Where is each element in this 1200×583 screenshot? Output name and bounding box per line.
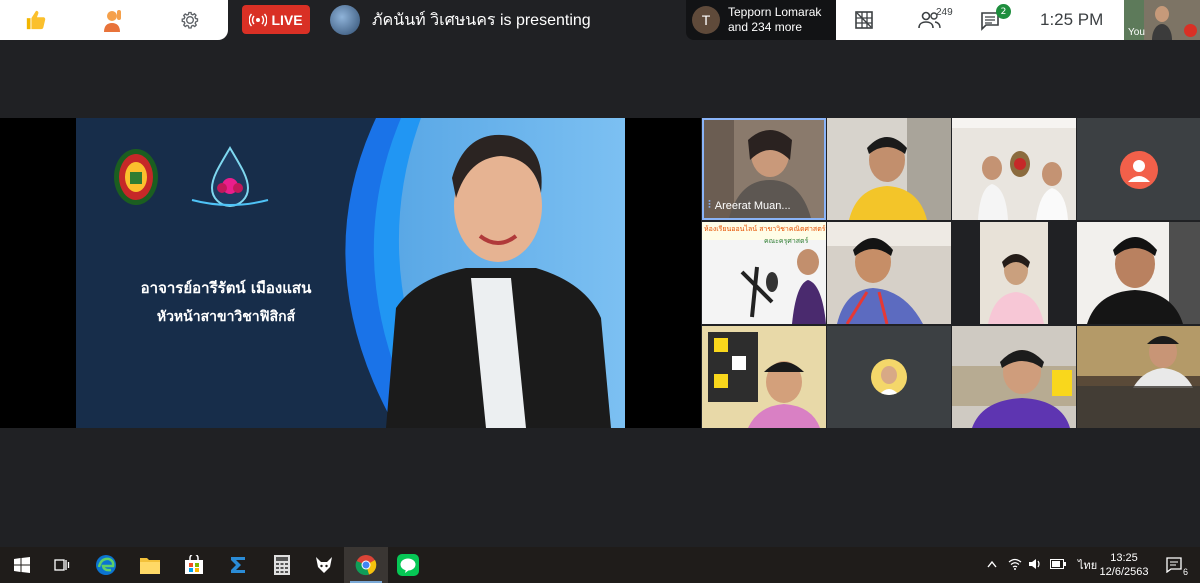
chat-badge: 2: [996, 4, 1011, 19]
participant-tile-speaker[interactable]: ⫶ Areerat Muan...: [702, 118, 826, 220]
fox-app-icon[interactable]: [302, 547, 346, 583]
participant-tile[interactable]: [827, 118, 951, 220]
participant-video: [952, 326, 1076, 428]
action-center-icon[interactable]: 6: [1160, 547, 1188, 583]
live-label: LIVE: [271, 11, 303, 28]
slide-title: อาจารย์อารีรัตน์ เมืองแสน: [140, 279, 312, 297]
broadcast-icon: [249, 13, 268, 26]
taskbar-clock[interactable]: 13:25 12/6/2563: [1099, 547, 1149, 583]
wifi-icon[interactable]: [1008, 558, 1022, 573]
notification-count: 6: [1182, 567, 1188, 577]
layout-grid-icon[interactable]: [852, 8, 876, 32]
task-view-icon[interactable]: [40, 547, 84, 583]
windows-start-icon[interactable]: [0, 547, 44, 583]
taskbar-time: 13:25: [1110, 552, 1138, 564]
participant-tile[interactable]: [952, 326, 1076, 428]
reactions-bar: [0, 0, 228, 40]
participant-video: [827, 222, 951, 324]
presenter-avatar: [330, 5, 360, 35]
participant-tile-no-video[interactable]: [1077, 118, 1200, 220]
speaking-indicator-icon: ⫶: [708, 199, 711, 211]
calculator-icon[interactable]: [260, 547, 304, 583]
participant-tile[interactable]: ห้องเรียนออนไลน์ สาขาวิชาคณิตศาสตร์ คณะค…: [702, 222, 826, 324]
file-explorer-icon[interactable]: [128, 547, 172, 583]
raise-hand-icon[interactable]: [98, 6, 126, 34]
participant-video: [827, 118, 951, 220]
self-label: You: [1128, 27, 1145, 38]
avatar-icon: [1120, 151, 1158, 189]
input-language[interactable]: ไทย: [1078, 556, 1097, 574]
classroom-banner: ห้องเรียนออนไลน์ สาขาวิชาคณิตศาสตร์: [704, 225, 826, 233]
edge-browser-icon[interactable]: [84, 547, 128, 583]
slide-subtitle: หัวหน้าสาขาวิชาฟิสิกส์: [156, 309, 296, 325]
system-tray: ไทย: [984, 547, 1097, 583]
live-badge[interactable]: LIVE: [242, 5, 310, 34]
presenter-banner: ภัคนันท์ วิเศษนคร is presenting: [330, 5, 591, 35]
participant-video: [980, 222, 1048, 324]
thumbs-up-icon[interactable]: [22, 6, 50, 34]
presentation-slide: อาจารย์อารีรัตน์ เมืองแสน หัวหน้าสาขาวิช…: [76, 118, 625, 428]
speaker-name-label: ⫶ Areerat Muan...: [708, 199, 791, 212]
participant-video: [1077, 326, 1200, 428]
chevron-up-icon[interactable]: [984, 559, 1000, 571]
participant-avatar: T: [692, 6, 720, 34]
mic-off-icon: [1184, 24, 1197, 37]
presenting-text: ภัคนันท์ วิเศษนคร is presenting: [372, 11, 591, 29]
participant-tile[interactable]: [1077, 222, 1200, 324]
avatar: [871, 359, 907, 395]
faculty-emblem-icon: [191, 146, 269, 207]
participant-video: [952, 118, 1076, 220]
participant-tile-no-video[interactable]: [827, 326, 951, 428]
battery-icon[interactable]: [1050, 558, 1066, 572]
sigma-app-icon[interactable]: [216, 547, 260, 583]
taskbar-date: 12/6/2563: [1099, 566, 1149, 578]
participant-name: Tepporn Lomarak: [728, 5, 822, 19]
meeting-clock: 1:25 PM: [1040, 10, 1104, 29]
participant-tile[interactable]: [827, 222, 951, 324]
volume-icon[interactable]: [1028, 558, 1042, 573]
microsoft-store-icon[interactable]: [172, 547, 216, 583]
university-seal-icon: [114, 149, 158, 205]
participant-tile[interactable]: [952, 222, 1076, 324]
participant-tile[interactable]: [952, 118, 1076, 220]
self-view[interactable]: You: [1124, 0, 1200, 40]
participant-tile[interactable]: [702, 326, 826, 428]
settings-icon[interactable]: [176, 6, 204, 34]
participant-more: and 234 more: [728, 20, 803, 34]
classroom-banner-sub: คณะครุศาสตร์: [764, 237, 809, 245]
participant-video: [1077, 222, 1200, 324]
line-app-icon[interactable]: [386, 547, 430, 583]
participant-video: [702, 326, 826, 428]
chrome-browser-icon[interactable]: [344, 547, 388, 583]
participant-tile[interactable]: [1077, 326, 1200, 428]
people-count: 249: [936, 7, 953, 18]
presenter-photo: [386, 134, 611, 428]
participants-chip[interactable]: T Tepporn Lomarak and 234 more: [686, 0, 836, 40]
